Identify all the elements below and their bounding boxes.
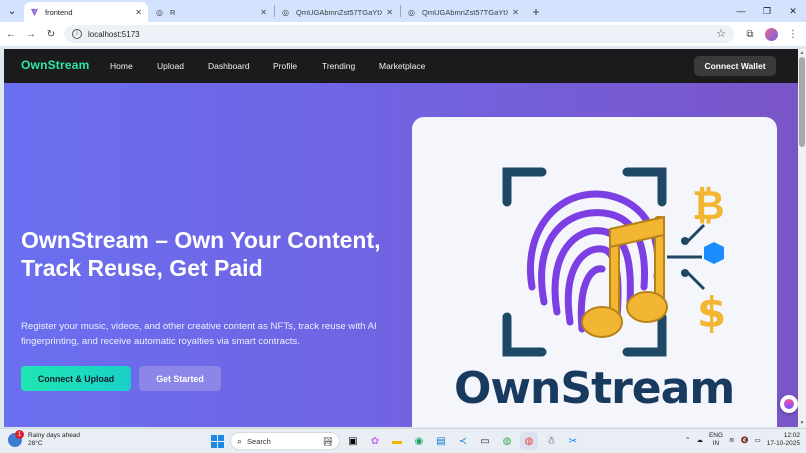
clock[interactable]: 12:02 17-10-2025	[767, 432, 800, 448]
file-explorer-icon[interactable]: ▬	[388, 432, 406, 450]
tab-ipfs-1[interactable]: ◎ QmUGAbmnZst57TGaYtXzXdi... ✕	[275, 2, 399, 22]
nav-upload[interactable]: Upload	[157, 61, 184, 71]
hero-image-wordmark: OwnStream	[454, 363, 735, 414]
clock-time: 12:02	[783, 432, 800, 439]
minimize-icon[interactable]: —	[728, 0, 754, 22]
reload-icon[interactable]: ↻	[42, 25, 60, 43]
bookmark-star-icon[interactable]: ☆	[716, 27, 726, 40]
globe-icon: ◎	[408, 7, 415, 17]
vscode-icon[interactable]: ≺	[454, 432, 472, 450]
tab-r[interactable]: ◎ R ✕	[149, 2, 273, 22]
taskbar-apps: ⌕ Search 🏞 ▣ ✿ ▬ ◉ ▤ ≺ ▭ ◍ ◍ ☃ ✂	[208, 432, 582, 450]
globe-icon: ◎	[156, 7, 163, 17]
floating-assistant-button[interactable]	[780, 395, 798, 413]
page-scrollbar[interactable]: ▲ ▼	[798, 49, 806, 427]
terminal-icon[interactable]: ▭	[476, 432, 494, 450]
hero-section: OwnStream – Own Your Content, Track Reus…	[4, 83, 798, 427]
battery-icon[interactable]: ▭	[755, 436, 761, 444]
copilot-icon[interactable]: ✿	[366, 432, 384, 450]
scroll-up-arrow-icon[interactable]: ▲	[798, 49, 806, 57]
globe-icon: ◎	[282, 7, 289, 17]
close-icon[interactable]: ✕	[135, 8, 142, 17]
search-highlight-icon: 🏞	[322, 436, 333, 446]
clock-date: 17-10-2025	[766, 440, 800, 447]
get-started-button[interactable]: Get Started	[139, 366, 221, 391]
tab-title: R	[170, 7, 176, 17]
weather-widget[interactable]: 1 Rainy days ahead 28°C	[8, 430, 80, 448]
wifi-icon[interactable]: ≋	[729, 436, 734, 444]
profile-avatar[interactable]	[765, 27, 778, 41]
scroll-down-arrow-icon[interactable]: ▼	[798, 419, 806, 427]
search-placeholder: Search	[247, 436, 271, 446]
volume-mute-icon[interactable]: 🔇	[741, 436, 749, 444]
tab-search-button[interactable]: ⌄	[2, 1, 22, 21]
tray-chevron-up-icon[interactable]: ⌃	[685, 436, 690, 444]
close-icon[interactable]: ✕	[260, 8, 267, 17]
close-icon[interactable]: ✕	[386, 8, 393, 17]
nav-profile[interactable]: Profile	[273, 61, 297, 71]
url-text: localhost:5173	[88, 29, 140, 39]
lang-region: IN	[712, 440, 720, 447]
browser-tab-bar: ⌄ frontend ✕ ◎ R ✕ ◎ QmUGAbmnZst57TGaYtX…	[0, 0, 806, 22]
window-controls: — ❐ ✕	[728, 0, 806, 22]
connect-upload-button[interactable]: Connect & Upload	[21, 366, 131, 391]
windows-taskbar: 1 Rainy days ahead 28°C ⌕ Search 🏞 ▣ ✿ ▬…	[0, 428, 806, 453]
tab-ipfs-2[interactable]: ◎ QmUGAbmnZst57TGaYtXzXdi... ✕	[401, 2, 525, 22]
system-tray: ⌃ ☁ ENG IN ≋ 🔇 ▭ 12:02 17-10-2025	[685, 432, 800, 448]
close-window-icon[interactable]: ✕	[780, 0, 806, 22]
taskbar-search[interactable]: ⌕ Search 🏞	[230, 432, 340, 450]
weather-text: Rainy days ahead 28°C	[28, 432, 80, 448]
weather-summary: Rainy days ahead	[28, 432, 81, 439]
vite-favicon-icon	[30, 8, 39, 17]
snipping-tool-icon[interactable]: ✂	[564, 432, 582, 450]
tab-title: frontend	[45, 7, 73, 17]
search-icon: ⌕	[237, 435, 243, 446]
chrome-icon[interactable]: ◍	[498, 432, 516, 450]
language-indicator[interactable]: ENG IN	[709, 432, 723, 448]
menu-kebab-icon[interactable]: ⋮	[784, 25, 802, 43]
connect-wallet-button[interactable]: Connect Wallet	[694, 56, 776, 76]
nav-dashboard[interactable]: Dashboard	[208, 61, 250, 71]
new-tab-button[interactable]: +	[526, 2, 546, 22]
hero-subtitle: Register your music, videos, and other c…	[21, 321, 377, 347]
svg-text:₿: ₿	[692, 183, 725, 229]
edge-icon[interactable]: ◉	[410, 432, 428, 450]
forward-arrow-icon[interactable]: →	[22, 25, 40, 43]
restore-icon[interactable]: ❐	[754, 0, 780, 22]
address-bar[interactable]: i localhost:5173 ☆	[64, 25, 734, 43]
chrome-active-icon[interactable]: ◍	[520, 432, 538, 450]
close-icon[interactable]: ✕	[512, 8, 519, 17]
onedrive-cloud-icon[interactable]: ☁	[696, 436, 703, 444]
scroll-thumb[interactable]	[799, 57, 805, 147]
nav-marketplace[interactable]: Marketplace	[379, 61, 425, 71]
site-logo[interactable]: OwnStream	[21, 58, 90, 72]
store-icon[interactable]: ▤	[432, 432, 450, 450]
assistant-icon	[784, 399, 794, 409]
task-view-icon[interactable]: ▣	[344, 432, 362, 450]
weather-rain-icon: 1	[8, 430, 24, 447]
nav-trending[interactable]: Trending	[322, 61, 355, 71]
tab-title: QmUGAbmnZst57TGaYtXzXdi...	[296, 7, 383, 17]
nav-home[interactable]: Home	[110, 61, 133, 71]
site-info-icon[interactable]: i	[72, 29, 82, 39]
weather-temp: 28°C	[28, 440, 43, 447]
svg-text:$: $	[697, 288, 726, 337]
penguin-app-icon[interactable]: ☃	[542, 432, 560, 450]
browser-toolbar: ← → ↻ i localhost:5173 ☆ ⧉ ⋮	[0, 22, 806, 46]
site-navbar: OwnStream Home Upload Dashboard Profile …	[4, 49, 798, 83]
weather-badge: 1	[15, 430, 24, 439]
page-viewport: OwnStream Home Upload Dashboard Profile …	[4, 49, 798, 427]
windows-start-icon[interactable]	[208, 432, 226, 450]
extensions-icon[interactable]: ⧉	[741, 25, 759, 43]
hero-title: OwnStream – Own Your Content, Track Reus…	[21, 227, 381, 281]
tab-title: QmUGAbmnZst57TGaYtXzXdi...	[422, 7, 509, 17]
lang-code: ENG	[708, 432, 724, 439]
browser-actions: ⧉ ⋮	[741, 25, 802, 43]
back-arrow-icon[interactable]: ←	[2, 25, 20, 43]
tab-frontend[interactable]: frontend ✕	[24, 2, 148, 22]
hero-image-card: ₿ $ OwnStream	[412, 117, 777, 427]
